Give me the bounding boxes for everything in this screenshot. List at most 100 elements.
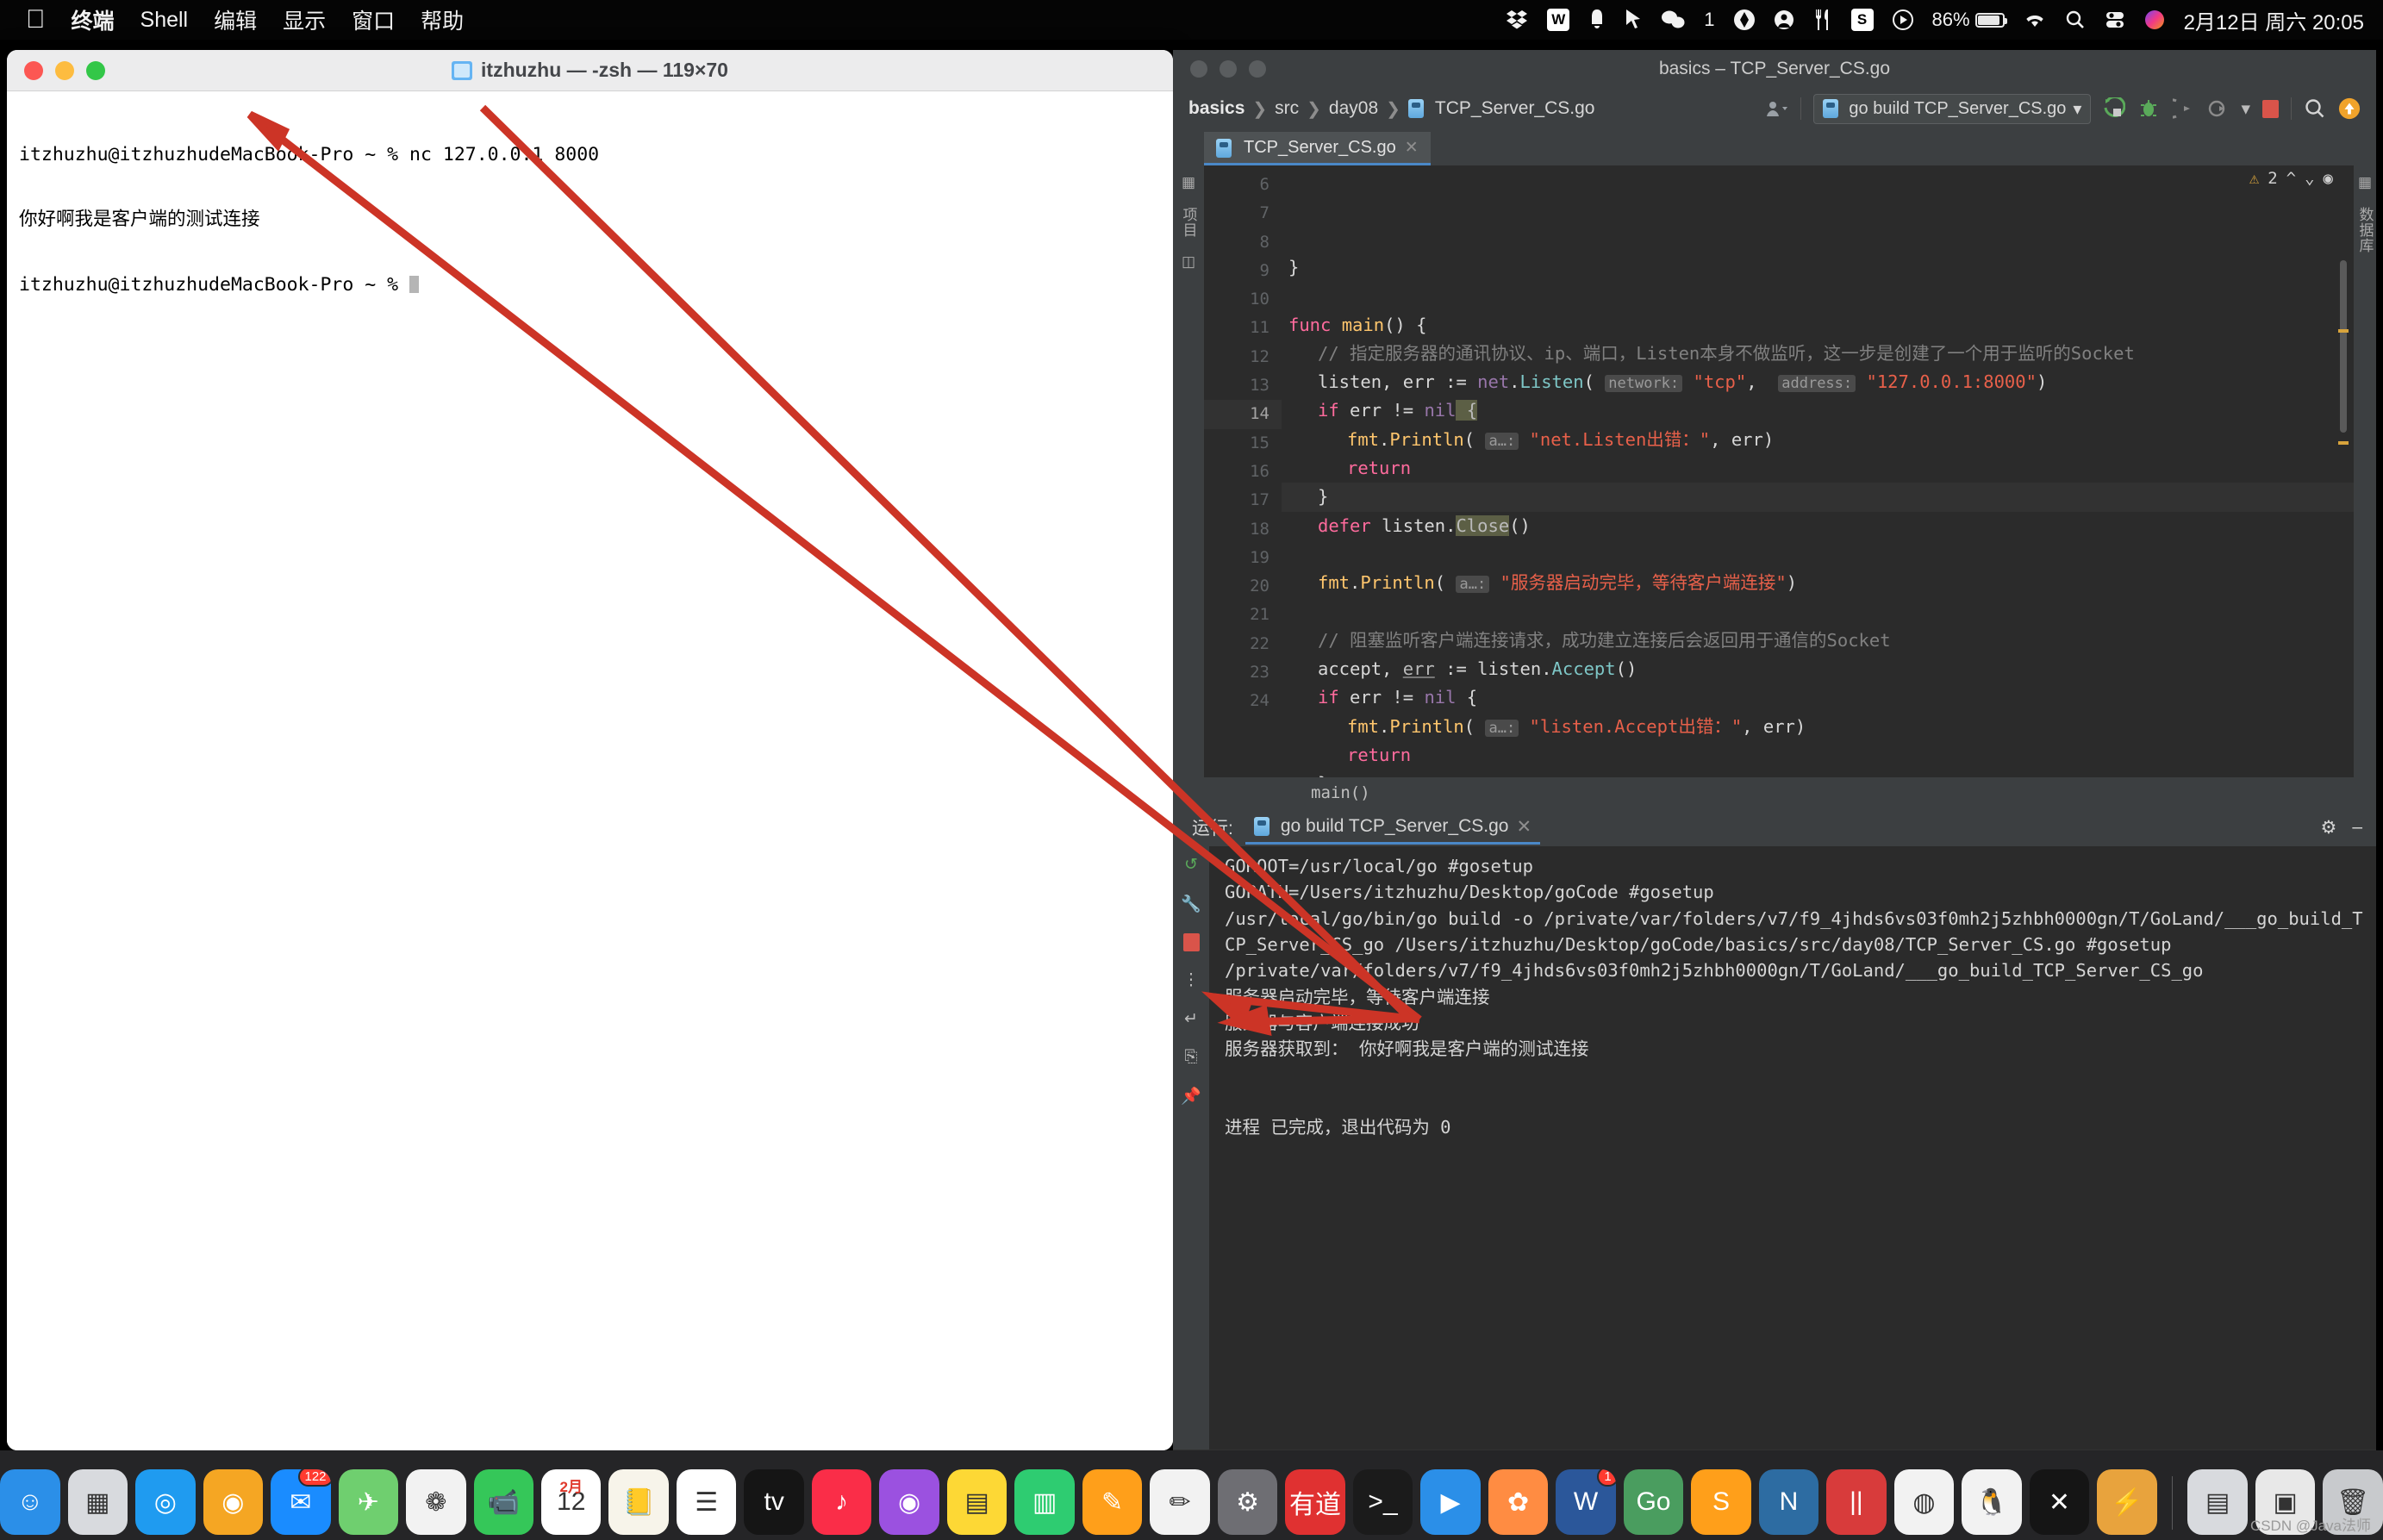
run-icon[interactable] [2103,97,2126,120]
database-tool-icon[interactable]: ▦ [2358,174,2372,191]
structure-icon[interactable]: ◫ [1182,253,1195,271]
sogou-icon[interactable]: S [1850,9,1874,31]
dock-item-qq[interactable]: 🐧 [1962,1469,2022,1535]
code-line[interactable]: if err != nil { [1282,396,2354,425]
dock-item-maps[interactable]: ✈ [338,1469,399,1535]
print-icon[interactable]: ⎘ [1184,1048,1197,1067]
warning-marker[interactable] [2338,441,2349,445]
dock-item-music[interactable]: ♪ [811,1469,872,1535]
breadcrumb-file[interactable]: TCP_Server_CS.go [1435,98,1595,119]
gutter-line-number[interactable]: 24 [1204,687,1282,715]
dock-item-notes[interactable]: ▤ [946,1469,1007,1535]
breadcrumb-day08[interactable]: day08 [1329,98,1378,119]
gutter-line-number[interactable]: 12 [1204,343,1282,371]
gutter-line-number[interactable]: 17 [1204,486,1282,514]
apple-menu-icon[interactable]:  [26,7,46,33]
code-line[interactable]: func main() { [1282,311,2354,340]
inspection-status[interactable]: ⚠ 2 ^ ⌄ ◉ [2249,169,2333,188]
run-with-coverage-icon[interactable] [2172,97,2194,120]
menu-item-view[interactable]: 显示 [283,4,326,35]
code-line[interactable]: if err != nil { [1282,683,2354,712]
search-icon[interactable] [2065,9,2086,30]
code-line[interactable]: // 指定服务器的通讯协议、ip、端口，Listen本身不做监听，这一步是创建了… [1282,340,2354,368]
dock-item-quicktime[interactable]: ▶ [1420,1469,1481,1535]
editor-scrollbar[interactable] [2338,165,2349,777]
code-line[interactable]: accept, err := listen.Accept() [1282,655,2354,683]
dock-item-contacts[interactable]: 📒 [608,1469,669,1535]
rerun-icon[interactable]: ↺ [1184,855,1198,875]
editor-tab-tcp-server[interactable]: TCP_Server_CS.go ✕ [1204,132,1431,165]
scrollbar-thumb[interactable] [2340,260,2347,433]
code-line[interactable] [1282,598,2354,627]
close-icon[interactable]: ✕ [1405,138,1419,158]
dock-item-preview[interactable]: ✏ [1150,1469,1210,1535]
gutter-line-number[interactable]: 21 [1204,601,1282,629]
gutter-line-number[interactable]: 9 [1204,257,1282,285]
dock-item-launchpad[interactable]: ▦ [67,1469,128,1535]
dock-item-parallels[interactable]: || [1826,1469,1887,1535]
dock-item-facetime[interactable]: 📹 [473,1469,533,1535]
gutter-line-number[interactable]: 18 [1204,515,1282,544]
code-line[interactable]: defer listen.Close() [1282,512,2354,540]
minimize-icon[interactable]: – [2352,817,2362,838]
settings-gear-icon[interactable]: ⚙ [2320,817,2336,839]
code-line[interactable]: return [1282,741,2354,770]
gutter-line-number[interactable]: 14 [1204,400,1282,429]
code-line[interactable]: listen, err := net.Listen( network: "tcp… [1282,368,2354,396]
soft-wrap-icon[interactable]: ↵ [1184,1009,1198,1029]
code-editor[interactable]: ▦ 项目 ◫ 6 7 8 9 10 11 12 13 14 15 16 17 18 19 20 21 22 23 2… [1173,165,2376,777]
dock-item-sublime[interactable]: S [1691,1469,1751,1535]
gutter-line-number[interactable]: 10 [1204,285,1282,314]
macos-dock[interactable]: ☺ ▦ ◎ ◉ ✉ 122 ✈ ❁ 📹 12 2月 📒 ☰ tv ♪ ◉ ▤ ▥ ✎ ✏ ⚙ 有道 >_ ▶ ✿ W 1 Go S N ||… [0,1450,2383,1540]
media-play-icon[interactable] [1892,9,1913,30]
code-line[interactable]: } [1282,483,2354,512]
xmind-icon[interactable] [1733,9,1755,30]
gutter-line-number[interactable]: 15 [1204,429,1282,458]
dock-item-word[interactable]: W1 [1556,1469,1616,1535]
terminal-window[interactable]: itzhuzhu — -zsh — 119×70 itzhuzhu@itzhuz… [7,50,1173,1450]
dock-item-goland[interactable]: Go [1623,1469,1684,1535]
menu-item-window[interactable]: 窗口 [352,4,395,35]
siri-icon[interactable] [2144,9,2165,30]
cursor-icon[interactable] [1625,9,1642,30]
inspection-settings-icon[interactable]: ◉ [2324,169,2333,188]
dock-item-podcast[interactable]: ◉ [879,1469,939,1535]
code-line[interactable]: } [1282,770,2354,777]
wechat-icon[interactable] [1661,9,1685,30]
menu-bar-clock[interactable]: 2月12日 周六 20:05 [2184,5,2364,35]
dock-item-mindnode[interactable]: ✿ [1488,1469,1549,1535]
gutter-line-number[interactable]: 6 [1204,171,1282,199]
menu-item-edit[interactable]: 编辑 [214,4,257,35]
dock-item-terminal[interactable]: >_ [1352,1469,1413,1535]
code-line[interactable]: fmt.Println( a…: "服务器启动完毕，等待客户端连接") [1282,569,2354,597]
menu-item-help[interactable]: 帮助 [421,4,464,35]
stop-icon[interactable] [1182,933,1200,951]
search-everywhere-icon[interactable] [2304,97,2326,120]
console-area[interactable]: ↺ 🔧 ⋮ ↵ ⎘ 📌 GOROOT=/usr/local/go #gosetu… [1173,846,2376,1450]
dock-item-calendar[interactable]: 12 2月 [540,1469,602,1535]
right-rail-label-database[interactable]: 数据库 [2355,207,2376,253]
dock-item-system-settings[interactable]: ⚙ [1217,1469,1278,1535]
battery-status[interactable]: 86% [1932,9,2007,31]
gutter-line-number[interactable]: 13 [1204,371,1282,400]
dock-item-finder[interactable]: ☺ [0,1469,60,1535]
bell-icon[interactable] [1588,9,1606,30]
dock-item-numbers[interactable]: ▥ [1014,1469,1075,1535]
dock-item-chrome[interactable]: ◍ [1893,1469,1955,1535]
code-line[interactable] [1282,540,2354,569]
dropbox-icon[interactable] [1506,10,1528,29]
code-line[interactable]: return [1282,454,2354,483]
dock-item-chrome-canary[interactable]: ◉ [203,1469,264,1535]
update-available-icon[interactable] [2338,97,2361,120]
gutter-line-number[interactable]: 11 [1204,314,1282,342]
editor-code-area[interactable]: ⚠ 2 ^ ⌄ ◉ } func main() {// 指定服务器的通讯协议、ip… [1282,165,2354,777]
user-icon[interactable] [1774,9,1794,30]
left-rail-label-project[interactable]: 项目 [1178,207,1200,238]
pin-icon[interactable]: 📌 [1181,1086,1201,1107]
chevron-up-icon[interactable]: ^ [2286,169,2296,188]
dock-item-downloads[interactable]: ▤ [2187,1469,2248,1535]
editor-breadcrumb-main[interactable]: main() [1311,783,1370,802]
dock-item-safari[interactable]: ◎ [135,1469,196,1535]
debug-icon[interactable] [2137,97,2160,120]
breadcrumb-src[interactable]: src [1275,98,1299,119]
